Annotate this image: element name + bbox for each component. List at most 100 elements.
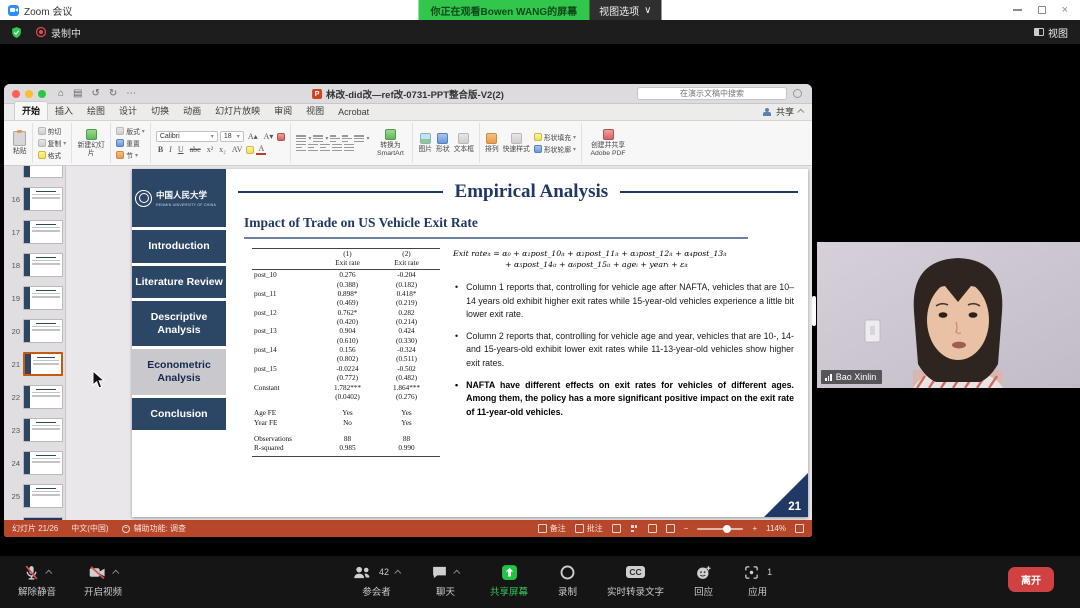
reset-button[interactable]: 重置 [116,138,145,148]
char-spacing-button[interactable]: AV [230,145,245,154]
slide-thumbnail-22[interactable] [23,385,63,409]
bullets-icon[interactable] [296,135,306,142]
arrange-button[interactable]: 排列 [485,133,499,154]
align-center-icon[interactable] [308,144,318,151]
chat-chevron[interactable] [453,569,460,576]
italic-button[interactable]: I [167,145,174,154]
audio-options-chevron[interactable] [45,569,52,576]
redo-icon[interactable]: ↻ [109,88,117,99]
font-size-select[interactable]: 18▾ [220,131,244,142]
live-transcript-button[interactable]: CC 实时转录文字 [607,563,664,598]
video-options-chevron[interactable] [112,569,119,576]
shape-fill-button[interactable]: 形状填充▾ [534,132,576,142]
slide-thumbnail-16[interactable] [23,187,63,211]
slide-thumbnail-18[interactable] [23,253,63,277]
columns-icon[interactable] [344,144,354,151]
tab-视图[interactable]: 视图 [299,102,331,120]
unmute-button[interactable]: 解除静音 [18,563,56,598]
search-input[interactable] [637,87,787,100]
tab-绘图[interactable]: 绘图 [80,102,112,120]
collapse-ribbon-icon[interactable] [797,109,804,116]
slide-thumbnail-24[interactable] [23,451,63,475]
subscript-button[interactable]: x₂ [217,145,228,154]
apps-button[interactable]: 1 应用 [743,563,772,598]
more-icon[interactable]: ⋯ [126,88,136,99]
paste-button[interactable]: 粘贴 [13,131,27,156]
maximize-button[interactable] [1038,6,1046,14]
share-button[interactable]: 共享 [763,105,804,118]
reading-view-icon[interactable] [648,524,657,533]
accessibility-status[interactable]: 辅助功能: 调查 [122,523,186,534]
copy-button[interactable]: 复制▾ [38,138,67,148]
comments-button[interactable]: 批注 [575,523,603,534]
slide-thumbnail-20[interactable] [23,319,63,343]
clear-format-icon[interactable] [277,133,285,141]
textbox-button[interactable]: 文本框 [454,133,474,154]
participants-button[interactable]: 42 参会者 [352,563,401,598]
reactions-button[interactable]: 回应 [694,563,713,598]
slide-thumbnail-21[interactable] [23,352,63,376]
numbering-icon[interactable] [313,135,323,142]
tab-Acrobat[interactable]: Acrobat [331,105,376,120]
participants-chevron[interactable] [394,569,401,576]
tab-设计[interactable]: 设计 [112,102,144,120]
zoom-percentage[interactable]: 114% [766,524,786,533]
leave-button[interactable]: 离开 [1008,567,1054,592]
highlight-color-icon[interactable] [246,146,254,154]
shapes-button[interactable]: 形状 [436,133,450,154]
slide-thumbnail-17[interactable] [23,220,63,244]
underline-button[interactable]: U [176,145,186,154]
quick-styles-button[interactable]: 快速样式 [503,133,530,154]
tab-审阅[interactable]: 审阅 [267,102,299,120]
font-color-button[interactable]: A [256,144,266,155]
indent-decrease-icon[interactable] [330,135,340,142]
quick-access-toolbar[interactable]: ⌂ ▤ ↺ ↻ ⋯ [58,88,136,99]
tab-幻灯片放映[interactable]: 幻灯片放映 [208,102,267,120]
section-button[interactable]: 节▾ [116,150,145,160]
home-icon[interactable]: ⌂ [58,88,64,99]
slide-thumbnail-partial[interactable] [23,166,63,178]
picture-button[interactable]: 图片 [418,133,432,154]
minimize-traffic-light[interactable] [25,90,33,98]
smartart-button[interactable]: 转换为SmartArt [373,129,407,158]
zoom-out-button[interactable]: − [684,524,689,533]
slide-thumbnail-23[interactable] [23,418,63,442]
start-video-button[interactable]: 开启视频 [84,563,122,598]
normal-view-icon[interactable] [612,524,621,533]
slide-thumbnail-25[interactable] [23,484,63,508]
zoom-traffic-light[interactable] [38,90,46,98]
cut-button[interactable]: 剪切 [38,126,67,136]
zoom-slider-knob[interactable] [723,525,731,533]
zoom-in-button[interactable]: + [752,524,757,533]
chat-button[interactable]: 聊天 [431,563,460,598]
view-button[interactable]: 视图 [1034,25,1068,40]
save-icon[interactable]: ▤ [73,88,82,99]
minimize-button[interactable] [1013,9,1022,11]
window-traffic-lights[interactable] [12,90,46,98]
slide-thumbnail-26[interactable]: THANKS [23,517,63,520]
shape-outline-button[interactable]: 形状轮廓▾ [534,144,576,154]
align-left-icon[interactable] [296,144,306,151]
superscript-button[interactable]: x² [205,145,215,154]
format-painter-button[interactable]: 格式 [38,150,67,160]
view-options-button[interactable]: 视图选项 ∨ [589,0,661,20]
tab-插入[interactable]: 插入 [48,102,80,120]
search-icon[interactable] [793,89,802,98]
strikethrough-button[interactable]: abc [188,145,203,154]
panel-resize-handle[interactable] [812,296,816,326]
slide-sorter-icon[interactable] [630,524,639,533]
record-button[interactable]: 录制 [558,563,577,598]
font-name-select[interactable]: Calibri▾ [156,131,218,142]
undo-icon[interactable]: ↺ [92,88,100,99]
align-right-icon[interactable] [320,144,330,151]
line-spacing-icon[interactable] [354,135,364,142]
adobe-pdf-button[interactable]: 创建并共享 Adobe PDF [587,129,629,158]
tab-切换[interactable]: 切换 [144,102,176,120]
tab-开始[interactable]: 开始 [14,101,48,120]
participant-video-tile[interactable]: Bao Xinlin [817,242,1080,388]
slideshow-icon[interactable] [666,524,675,533]
share-screen-button[interactable]: 共享屏幕 [490,563,528,598]
language-indicator[interactable]: 中文(中国) [71,523,108,534]
layout-button[interactable]: 版式▾ [116,126,145,136]
fit-window-icon[interactable] [795,524,804,533]
